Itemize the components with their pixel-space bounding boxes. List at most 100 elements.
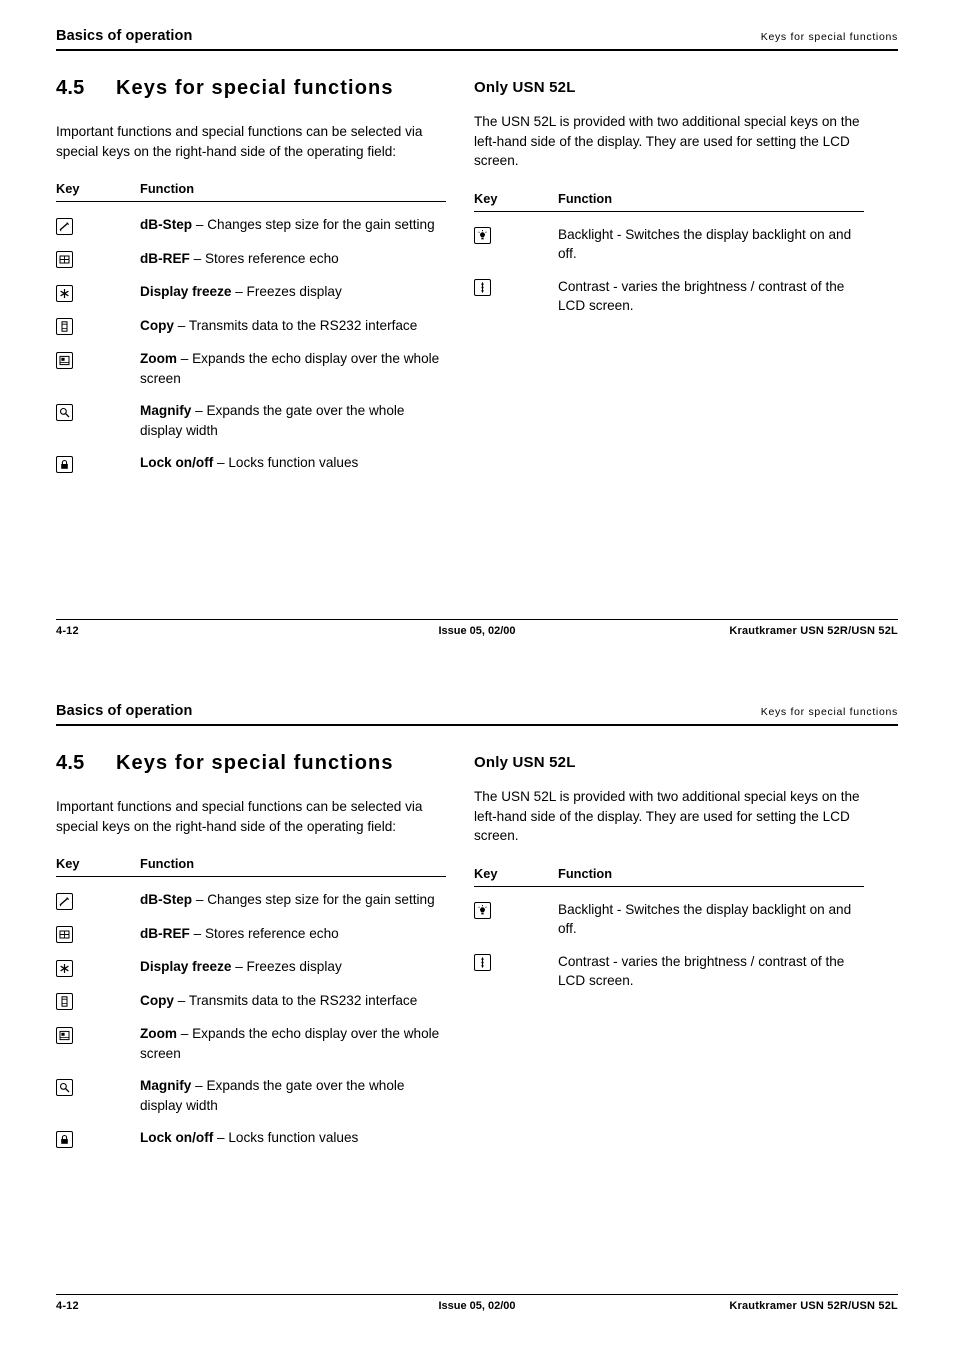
function-desc: – Freezes display: [231, 959, 342, 974]
key-cell: [56, 978, 140, 1012]
function-cell: dB-REF – Stores reference echo: [140, 911, 446, 945]
column-header-key: Key: [474, 865, 558, 887]
function-desc: – Changes step size for the gain setting: [192, 892, 435, 907]
page-columns: 4.5 Keys for special functions Important…: [56, 77, 898, 474]
key-cell: [56, 877, 140, 911]
function-cell: dB-REF – Stores reference echo: [140, 236, 446, 270]
function-name: dB-REF: [140, 925, 190, 941]
footer-issue: Issue 05, 02/00: [438, 1300, 516, 1312]
key-cell: [56, 388, 140, 440]
function-cell: Display freeze – Freezes display: [140, 944, 446, 978]
lcd-keys-table: Key Function Backlight - Switches the di…: [474, 865, 864, 991]
lcd-keys-table: Key Function Backlight - Switches the di…: [474, 190, 864, 316]
function-desc: – Changes step size for the gain setting: [192, 217, 435, 232]
function-cell: Display freeze – Freezes display: [140, 269, 446, 303]
table-row: Backlight - Switches the display backlig…: [474, 886, 864, 939]
section-heading: 4.5 Keys for special functions: [56, 77, 446, 100]
footer-issue: Issue 05, 02/00: [438, 625, 516, 637]
table-row: Zoom – Expands the echo display over the…: [56, 336, 446, 388]
function-cell: dB-Step – Changes step size for the gain…: [140, 202, 446, 236]
page-footer: 4-12 Issue 05, 02/00 Krautkramer USN 52R…: [56, 1294, 898, 1312]
contrast-key-icon: [474, 954, 491, 972]
backlight-key-icon: [474, 902, 491, 920]
table-row: dB-Step – Changes step size for the gain…: [56, 877, 446, 911]
function-cell: Zoom – Expands the echo display over the…: [140, 1011, 446, 1063]
table-row: Contrast - varies the brightness / contr…: [474, 264, 864, 316]
function-desc: – Expands the echo display over the whol…: [140, 1026, 440, 1061]
function-name: Copy: [140, 317, 174, 333]
function-cell: Copy – Transmits data to the RS232 inter…: [140, 303, 446, 337]
display-freeze-key-icon: [56, 959, 73, 977]
db-ref-key-icon: [56, 926, 73, 944]
key-cell: [56, 440, 140, 474]
function-cell: Lock on/off – Locks function values: [140, 1115, 446, 1149]
table-row: Copy – Transmits data to the RS232 inter…: [56, 303, 446, 337]
key-cell: [56, 1011, 140, 1063]
db-step-key-icon: [56, 892, 73, 910]
table-header-row: Key Function: [56, 856, 446, 877]
running-header-left: Basics of operation: [56, 703, 193, 719]
function-cell: Contrast - varies the brightness / contr…: [558, 278, 845, 314]
column-header-function: Function: [558, 190, 864, 212]
function-cell: Backlight - Switches the display backlig…: [558, 226, 852, 262]
contrast-key-icon: [474, 279, 491, 297]
table-row: Lock on/off – Locks function values: [56, 440, 446, 474]
column-header-key: Key: [474, 190, 558, 212]
column-header-key: Key: [56, 181, 140, 202]
key-cell: [56, 236, 140, 270]
function-desc: – Stores reference echo: [189, 250, 339, 266]
function-name: dB-Step: [140, 217, 193, 232]
table-row: dB-REF – Stores reference echo: [56, 236, 446, 270]
function-cell: Magnify – Expands the gate over the whol…: [140, 1063, 446, 1115]
copy-key-icon: [56, 993, 73, 1011]
key-cell: [56, 269, 140, 303]
document-page-1: Basics of operation Keys for special fun…: [0, 0, 954, 675]
footer-product: Krautkramer USN 52R/USN 52L: [729, 1300, 898, 1312]
key-cell: [56, 202, 140, 236]
right-column-heading: Only USN 52L: [474, 754, 576, 771]
function-desc: – Locks function values: [213, 455, 359, 470]
table-row: Lock on/off – Locks function values: [56, 1115, 446, 1149]
running-header: Basics of operation Keys for special fun…: [56, 703, 898, 726]
key-cell: [474, 886, 558, 939]
function-desc: – Expands the echo display over the whol…: [140, 351, 440, 386]
table-row: dB-REF – Stores reference echo: [56, 911, 446, 945]
column-header-key: Key: [56, 856, 140, 877]
function-desc: – Locks function values: [213, 1130, 359, 1145]
running-header-right: Keys for special functions: [760, 706, 898, 718]
function-name: Magnify: [140, 403, 192, 418]
section-heading: 4.5 Keys for special functions: [56, 752, 446, 775]
function-cell: Backlight - Switches the display backlig…: [558, 901, 852, 937]
function-cell: Copy – Transmits data to the RS232 inter…: [140, 978, 446, 1012]
section-title: Keys for special functions: [116, 752, 394, 774]
column-header-function: Function: [558, 865, 864, 887]
table-row: Zoom – Expands the echo display over the…: [56, 1011, 446, 1063]
function-name: Magnify: [140, 1078, 192, 1093]
function-desc: – Freezes display: [231, 284, 342, 299]
left-column: 4.5 Keys for special functions Important…: [56, 752, 446, 1149]
db-step-key-icon: [56, 217, 73, 235]
table-header-row: Key Function: [474, 865, 864, 887]
table-row: Copy – Transmits data to the RS232 inter…: [56, 978, 446, 1012]
footer-page-number: 4-12: [56, 1300, 79, 1312]
table-row: Display freeze – Freezes display: [56, 944, 446, 978]
table-header-row: Key Function: [474, 190, 864, 212]
db-ref-key-icon: [56, 251, 73, 269]
function-cell: Lock on/off – Locks function values: [140, 440, 446, 474]
function-name: Lock on/off: [140, 1130, 214, 1145]
column-header-function: Function: [140, 181, 446, 202]
function-desc: – Transmits data to the RS232 interface: [173, 992, 418, 1008]
footer-page-number: 4-12: [56, 625, 79, 637]
section-title: Keys for special functions: [116, 77, 394, 99]
right-column-heading: Only USN 52L: [474, 79, 576, 96]
function-name: dB-Step: [140, 892, 193, 907]
function-cell: Contrast - varies the brightness / contr…: [558, 953, 845, 989]
document-page-2: Basics of operation Keys for special fun…: [0, 675, 954, 1350]
table-row: Contrast - varies the brightness / contr…: [474, 939, 864, 991]
key-cell: [56, 911, 140, 945]
zoom-key-icon: [56, 1026, 73, 1044]
function-name: Display freeze: [140, 284, 232, 299]
right-column: Only USN 52L The USN 52L is provided wit…: [474, 77, 864, 474]
key-cell: [56, 1063, 140, 1115]
left-column: 4.5 Keys for special functions Important…: [56, 77, 446, 474]
